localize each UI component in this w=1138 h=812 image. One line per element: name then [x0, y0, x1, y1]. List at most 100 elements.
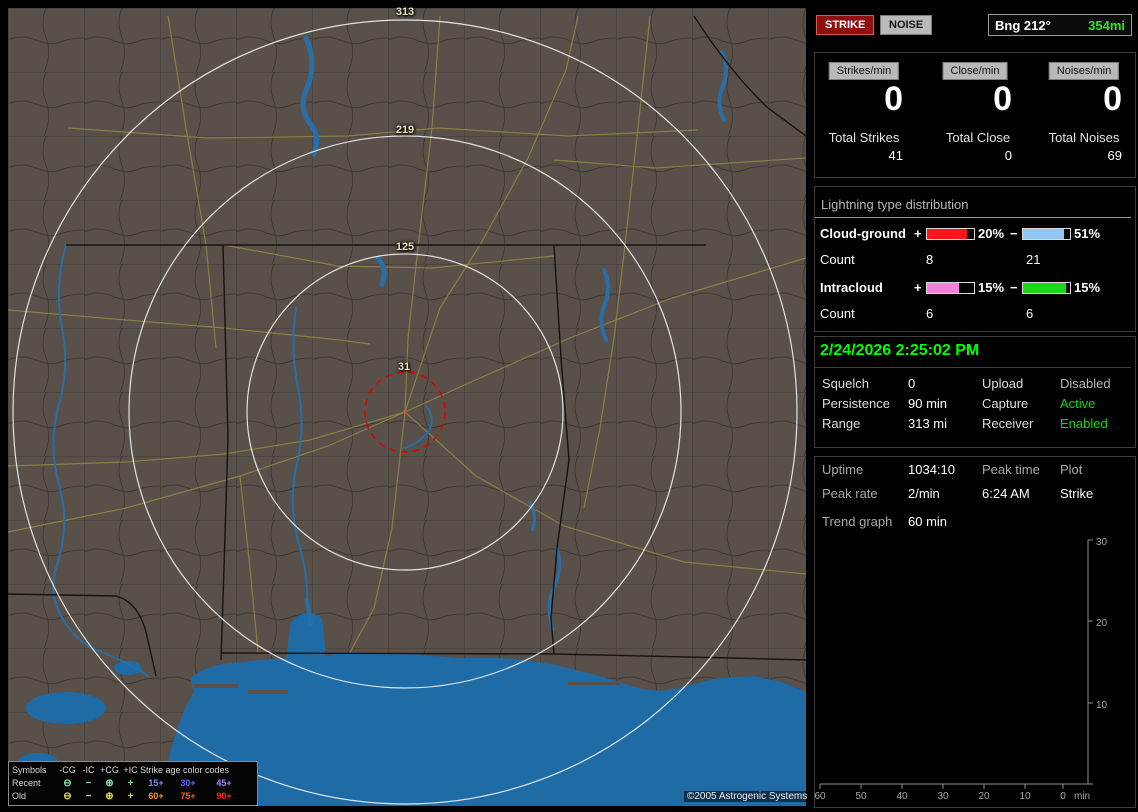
ic-pos-bar — [926, 282, 975, 294]
strike-mode-button[interactable]: STRIKE — [816, 15, 875, 35]
noise-mode-button[interactable]: NOISE — [880, 15, 933, 35]
total-noises-value: 69 — [1107, 148, 1122, 163]
receiver-label: Receiver — [982, 416, 1034, 431]
age-code-60: 60+ — [148, 791, 164, 801]
copyright-credit: ©2005 Astrogenic Systems — [684, 791, 811, 802]
receiver-location-dot — [403, 410, 407, 414]
status-panel: STRIKE NOISE Bng 212° 354mi Strikes/min … — [812, 0, 1138, 812]
legend-col-pos-ic: +IC — [123, 765, 138, 775]
recent-pos-ic-icon: + — [127, 778, 134, 789]
cg-neg-count: 21 — [1026, 252, 1041, 267]
legend-symbols-header: Symbols — [12, 765, 47, 775]
trend-axes — [820, 540, 1089, 785]
strike-map[interactable]: 313 219 125 31 Symbols -CG -IC +CG +IC S… — [7, 6, 811, 806]
total-strikes-label: Total Strikes — [828, 130, 900, 145]
x-tick-10: 10 — [1019, 791, 1031, 802]
cg-pos-count: 8 — [926, 252, 934, 267]
uptime-value: 1034:10 — [908, 462, 955, 477]
trend-ticks — [819, 539, 1093, 789]
age-code-15: 15+ — [148, 778, 164, 788]
peak-time-value: 6:24 AM — [982, 486, 1030, 501]
legend-age-header: Strike age color codes — [140, 765, 230, 775]
total-strikes-value: 41 — [888, 148, 903, 163]
x-tick-30: 30 — [937, 791, 949, 802]
cg-neg-pct: 51% — [1074, 226, 1101, 241]
x-axis-unit: min — [1074, 791, 1090, 802]
y-tick-20: 20 — [1096, 618, 1108, 629]
noises-per-min-chip: Noises/min — [1048, 62, 1120, 80]
nexstorm-app: 313 219 125 31 Symbols -CG -IC +CG +IC S… — [0, 0, 1138, 812]
cg-pos-bar — [926, 228, 975, 240]
x-tick-60: 60 — [814, 791, 826, 802]
strikes-per-min-chip: Strikes/min — [828, 62, 900, 80]
plot-label: Plot — [1060, 462, 1083, 477]
x-tick-40: 40 — [896, 791, 908, 802]
legend-recent-row: Recent ⊖ − ⊕ + 15+ 30+ 45+ — [12, 777, 254, 790]
ic-pos-count: 6 — [926, 306, 934, 321]
close-per-min-value: 0 — [993, 80, 1012, 118]
legend-recent-label: Recent — [12, 778, 41, 788]
intracloud-label: Intracloud — [820, 280, 883, 295]
trend-graph: 30 20 10 60 50 40 30 20 10 0 min — [814, 537, 1108, 802]
bearing-distance: 354mi — [1088, 17, 1125, 33]
y-tick-10: 10 — [1096, 700, 1108, 711]
ic-neg-pct: 15% — [1074, 280, 1101, 295]
cg-pos-bar-fill — [927, 229, 968, 239]
range-label: Range — [822, 416, 861, 431]
recent-pos-cg-icon: ⊕ — [105, 778, 114, 789]
uptime-label: Uptime — [822, 462, 864, 477]
total-close-value: 0 — [1004, 148, 1012, 163]
cg-plus-sign: + — [914, 226, 922, 241]
squelch-label: Squelch — [822, 376, 869, 391]
cg-neg-bar-fill — [1023, 229, 1065, 239]
noises-per-min-value: 0 — [1103, 80, 1122, 118]
age-code-45: 45+ — [216, 778, 232, 788]
legend-old-row: Old ⊖ − ⊕ + 60+ 75+ 90+ — [12, 790, 254, 803]
legend-col-pos-cg: +CG — [100, 765, 119, 775]
old-neg-cg-icon: ⊖ — [63, 791, 72, 802]
recent-neg-ic-icon: − — [85, 778, 92, 789]
strikes-per-min-value: 0 — [884, 80, 903, 118]
datetime-display: 2/24/2026 2:25:02 PM — [815, 339, 1131, 368]
ic-plus-sign: + — [914, 280, 922, 295]
ring-label-313: 313 — [395, 6, 415, 18]
trend-graph-value: 60 min — [908, 514, 948, 529]
ring-label-125: 125 — [395, 241, 415, 253]
legend-col-neg-ic: -IC — [82, 765, 95, 775]
cloud-ground-label: Cloud-ground — [820, 226, 906, 241]
upload-status: Disabled — [1060, 376, 1111, 391]
plot-mode-value: Strike — [1060, 486, 1094, 501]
y-tick-30: 30 — [1096, 537, 1108, 548]
ring-label-219: 219 — [395, 124, 415, 136]
old-pos-cg-icon: ⊕ — [105, 791, 114, 802]
peak-rate-label: Peak rate — [822, 486, 878, 501]
ring-label-31: 31 — [397, 361, 411, 373]
ic-pos-bar-fill — [927, 283, 959, 293]
total-close-label: Total Close — [945, 130, 1011, 145]
x-tick-50: 50 — [855, 791, 867, 802]
persistence-value: 90 min — [908, 396, 948, 411]
capture-status: Active — [1060, 396, 1096, 411]
distribution-title: Lightning type distribution — [815, 197, 1131, 218]
bearing-text: Bng 212° — [995, 17, 1051, 33]
bearing-display: Bng 212° 354mi — [988, 14, 1132, 36]
strike-legend: Symbols -CG -IC +CG +IC Strike age color… — [8, 761, 258, 806]
legend-header-row: Symbols -CG -IC +CG +IC Strike age color… — [12, 764, 254, 777]
legend-col-neg-cg: -CG — [59, 765, 76, 775]
capture-label: Capture — [982, 396, 1029, 411]
receiver-status: Enabled — [1060, 416, 1108, 431]
total-noises-label: Total Noises — [1048, 130, 1120, 145]
ic-pos-pct: 15% — [978, 280, 1005, 295]
recent-neg-cg-icon: ⊖ — [63, 778, 72, 789]
cg-neg-bar — [1022, 228, 1071, 240]
cg-minus-sign: − — [1010, 226, 1018, 241]
ic-count-label: Count — [820, 306, 855, 321]
peak-time-label: Peak time — [982, 462, 1040, 477]
persistence-label: Persistence — [822, 396, 890, 411]
ic-neg-bar-fill — [1023, 283, 1067, 293]
old-pos-ic-icon: + — [127, 791, 134, 802]
age-code-30: 30+ — [180, 778, 196, 788]
upload-label: Upload — [982, 376, 1024, 391]
ic-neg-count: 6 — [1026, 306, 1034, 321]
x-tick-20: 20 — [978, 791, 990, 802]
